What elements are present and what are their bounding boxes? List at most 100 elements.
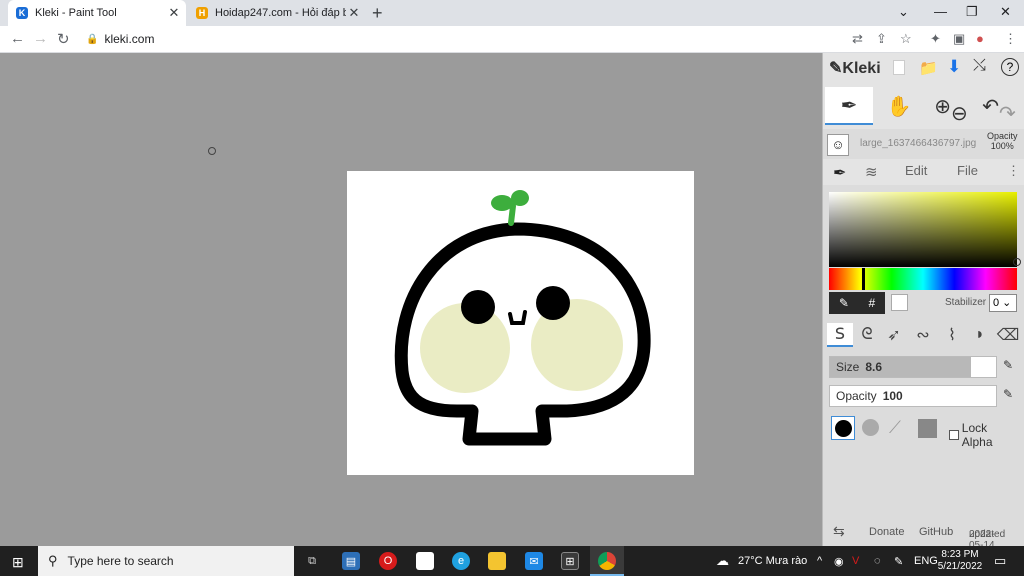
- undo-redo-buttons[interactable]: ↶ ↷: [975, 87, 1023, 125]
- hex-input-icon[interactable]: #: [869, 296, 876, 310]
- size-slider[interactable]: Size 8.6: [829, 356, 997, 378]
- chrome-taskbar-button[interactable]: [590, 546, 624, 576]
- opera-icon[interactable]: O: [379, 552, 397, 570]
- tray-app-icon[interactable]: ◉: [834, 555, 844, 568]
- secondary-color-swatch[interactable]: [891, 294, 908, 311]
- eyedropper-icon[interactable]: ✎: [839, 296, 849, 310]
- github-link[interactable]: GitHub: [919, 526, 953, 538]
- eraser-brush-button[interactable]: ⌫: [995, 323, 1021, 347]
- chemy-brush-button[interactable]: ⌇: [939, 323, 965, 347]
- chrome-icon: [598, 552, 616, 570]
- round-hard-shape-button[interactable]: [831, 416, 855, 440]
- lock-alpha-checkbox[interactable]: Lock Alpha: [949, 421, 1019, 449]
- pixel-brush-icon: ∾: [916, 327, 930, 344]
- stabilizer-select[interactable]: 0 ⌄: [989, 294, 1017, 312]
- drawing-canvas[interactable]: [347, 171, 694, 475]
- share-icon[interactable]: ⤯: [973, 57, 986, 75]
- tab-hoidap[interactable]: H Hoidap247.com - Hỏi đáp bài tập ✕: [190, 0, 366, 26]
- share-icon[interactable]: ⇪: [876, 31, 887, 47]
- lock-alpha-label: Lock Alpha: [961, 421, 993, 449]
- thumbnail-icon[interactable]: ☺: [827, 134, 849, 156]
- chevron-up-icon[interactable]: ^: [817, 555, 822, 567]
- hue-slider-handle[interactable]: [862, 268, 865, 290]
- color-picker-handle[interactable]: [1013, 258, 1021, 266]
- sketchy-brush-icon: ➶: [887, 327, 901, 344]
- sketchy-brush-button[interactable]: ➶: [881, 323, 907, 347]
- edge-icon[interactable]: e: [452, 552, 470, 570]
- browser-tab-bar: K Kleki - Paint Tool ✕ H Hoidap247.com -…: [0, 0, 1024, 26]
- star-icon[interactable]: ☆: [900, 31, 912, 47]
- undo-icon[interactable]: ↶: [982, 94, 999, 119]
- store-icon[interactable]: ⊞: [561, 552, 579, 570]
- donate-link[interactable]: Donate: [869, 526, 904, 538]
- forward-icon[interactable]: →: [33, 30, 48, 47]
- pixel-brush-button[interactable]: ∾: [910, 323, 936, 347]
- reload-icon[interactable]: ↻: [57, 30, 70, 48]
- smudge-brush-button[interactable]: ◗: [967, 323, 993, 347]
- mail-icon[interactable]: ✉: [525, 552, 543, 570]
- minimize-icon[interactable]: —: [934, 4, 947, 19]
- close-tab-icon[interactable]: ✕: [166, 5, 182, 21]
- hue-slider[interactable]: [829, 268, 1017, 290]
- tab-file[interactable]: File: [957, 163, 978, 178]
- pen-icon[interactable]: ✎: [894, 555, 903, 568]
- menu-dots-icon[interactable]: ⋮: [1004, 31, 1017, 47]
- tab-kleki[interactable]: K Kleki - Paint Tool ✕: [8, 0, 186, 26]
- sidepanel-icon[interactable]: ▣: [953, 31, 965, 47]
- notification-icon[interactable]: ▭: [994, 553, 1006, 569]
- swap-side-icon[interactable]: ⇆: [833, 523, 845, 540]
- zoom-buttons[interactable]: ⊕ ⊖: [927, 87, 975, 125]
- chevron-down-icon[interactable]: ⌄: [898, 4, 909, 20]
- zoom-out-icon[interactable]: ⊖: [951, 101, 968, 126]
- new-image-icon[interactable]: [893, 60, 905, 75]
- new-tab-icon[interactable]: +: [372, 3, 383, 24]
- blend-brush-button[interactable]: ᘓ: [854, 323, 880, 347]
- brush-type-row: ꓢ ᘓ ➶ ∾ ⌇ ◗ ⌫: [823, 320, 1024, 350]
- windows-start-icon[interactable]: ⊞: [12, 554, 24, 571]
- network-icon[interactable]: ◌: [874, 555, 881, 567]
- square-shape-button[interactable]: [915, 416, 939, 440]
- redo-icon[interactable]: ↷: [999, 101, 1016, 126]
- back-icon[interactable]: ←: [10, 30, 25, 47]
- url-field[interactable]: 🔒 kleki.com: [86, 29, 836, 50]
- close-tab-icon[interactable]: ✕: [346, 5, 362, 21]
- pencil-shape-button[interactable]: ⟋: [887, 416, 911, 440]
- hand-tool-button[interactable]: ✋: [875, 87, 923, 125]
- close-window-icon[interactable]: ✕: [1000, 4, 1011, 20]
- task-view-icon[interactable]: ⧉: [303, 552, 321, 570]
- tool-row: ✒ ✋ ⊕ ⊖ ↶ ↷: [823, 83, 1024, 129]
- canvas-area[interactable]: [0, 53, 822, 546]
- tab-edit[interactable]: Edit: [905, 163, 927, 178]
- file-icon[interactable]: [416, 552, 434, 570]
- brush-tab-icon[interactable]: ✒: [833, 163, 846, 183]
- round-soft-shape-button[interactable]: [859, 416, 883, 440]
- app-icon[interactable]: ▤: [342, 552, 360, 570]
- lock-icon[interactable]: 🔒: [86, 29, 98, 50]
- antivirus-icon[interactable]: V: [852, 555, 859, 567]
- extensions-icon[interactable]: ✦: [930, 31, 941, 47]
- weather-icon[interactable]: ☁: [716, 553, 729, 569]
- brush-tool-button[interactable]: ✒: [825, 87, 873, 125]
- taskbar-search[interactable]: ⚲ Type here to search: [38, 546, 294, 576]
- color-saturation-picker[interactable]: [829, 192, 1021, 267]
- profile-avatar-icon[interactable]: ●: [976, 31, 984, 46]
- panel-footer: ⇆ Donate GitHub updated2022-05-14: [833, 523, 1006, 551]
- translate-icon[interactable]: ⇄: [852, 31, 863, 47]
- download-icon[interactable]: ⬇: [947, 57, 961, 77]
- size-pressure-icon[interactable]: ✎: [1003, 358, 1013, 372]
- file-explorer-icon[interactable]: [488, 552, 506, 570]
- more-options-icon[interactable]: ⋮: [1007, 163, 1020, 179]
- checkbox-icon: [949, 430, 959, 440]
- sprout-stem: [508, 203, 516, 226]
- weather-text[interactable]: 27°C Mưa rào: [738, 555, 807, 567]
- zoom-in-icon[interactable]: ⊕: [934, 94, 951, 119]
- clock[interactable]: 8:23 PM 5/21/2022: [930, 549, 990, 573]
- opacity-pressure-icon[interactable]: ✎: [1003, 387, 1013, 401]
- restore-icon[interactable]: ❐: [966, 4, 978, 20]
- help-icon[interactable]: ?: [1001, 58, 1019, 76]
- open-folder-icon[interactable]: 📁: [919, 59, 938, 77]
- blend-brush-icon: ᘓ: [861, 326, 873, 343]
- opacity-slider[interactable]: Opacity 100: [829, 385, 997, 407]
- layers-tab-icon[interactable]: ≋: [865, 163, 878, 181]
- pen-brush-button[interactable]: ꓢ: [827, 323, 853, 347]
